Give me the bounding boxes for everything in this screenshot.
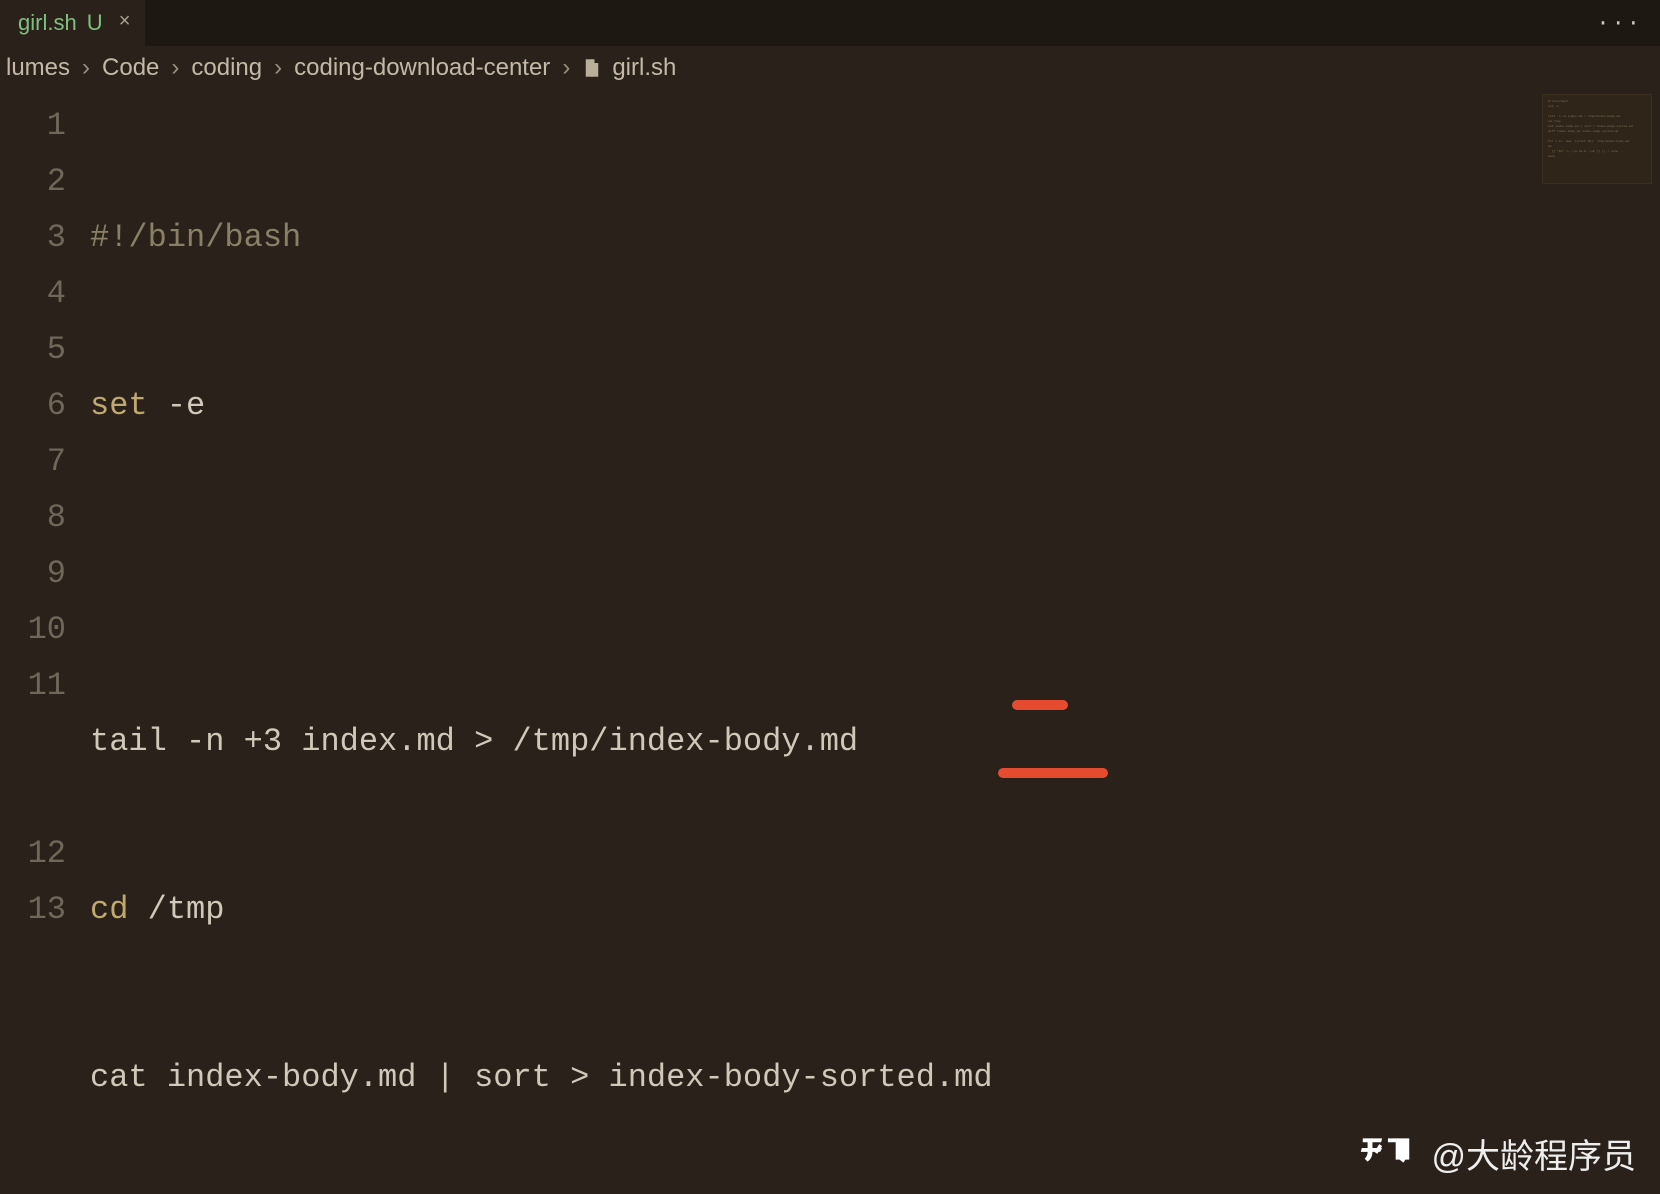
line-number: 7 <box>0 434 66 490</box>
zhihu-logo-icon <box>1355 1134 1417 1173</box>
line-number-gutter: 1 2 3 4 5 6 7 8 9 10 11 12 13 <box>0 90 90 1194</box>
crumb-file[interactable]: girl.sh <box>612 54 676 82</box>
crumb-volumes[interactable]: lumes <box>6 54 70 82</box>
tab-girl-sh[interactable]: girl.sh U × <box>0 0 145 46</box>
line-number: 9 <box>0 546 66 602</box>
crumb-coding-download-center[interactable]: coding-download-center <box>294 54 550 82</box>
chevron-right-icon: › <box>165 54 185 82</box>
line-number: 12 <box>0 826 66 882</box>
line-number: 5 <box>0 322 66 378</box>
annotation-mark <box>1012 700 1068 710</box>
code-editor[interactable]: #!/bin/bash set -e tail -n +3 index.md >… <box>90 90 1660 1194</box>
tab-name: girl.sh <box>18 10 77 36</box>
code-line: set -e <box>90 378 1660 434</box>
code-line: cat index-body.md | sort > index-body-so… <box>90 1050 1660 1106</box>
breadcrumb: lumes › Code › coding › coding-download-… <box>0 46 1660 90</box>
code-line: #!/bin/bash <box>90 210 1660 266</box>
minimap[interactable]: #!/bin/bash set -e tail -n +3 index.md >… <box>1542 94 1652 184</box>
line-number: 4 <box>0 266 66 322</box>
chevron-right-icon: › <box>556 54 576 82</box>
tab-bar: girl.sh U × ··· <box>0 0 1660 46</box>
close-icon[interactable]: × <box>119 11 131 34</box>
tab-git-status: U <box>87 10 103 36</box>
line-number: 13 <box>0 882 66 938</box>
more-actions-button[interactable]: ··· <box>1578 0 1660 46</box>
code-line: tail -n +3 index.md > /tmp/index-body.md <box>90 714 1660 770</box>
file-icon <box>582 58 602 78</box>
crumb-coding[interactable]: coding <box>191 54 262 82</box>
line-number: 6 <box>0 378 66 434</box>
line-number: 10 <box>0 602 66 658</box>
watermark: @大龄程序员 <box>1355 1129 1636 1178</box>
annotation-mark <box>998 768 1108 778</box>
code-line: cd /tmp <box>90 882 1660 938</box>
line-number: 2 <box>0 154 66 210</box>
code-line <box>90 546 1660 602</box>
chevron-right-icon: › <box>268 54 288 82</box>
line-number: 8 <box>0 490 66 546</box>
chevron-right-icon: › <box>76 54 96 82</box>
line-number: 11 <box>0 658 66 826</box>
watermark-text: @大龄程序员 <box>1431 1129 1636 1178</box>
line-number: 1 <box>0 98 66 154</box>
crumb-code[interactable]: Code <box>102 54 159 82</box>
line-number: 3 <box>0 210 66 266</box>
